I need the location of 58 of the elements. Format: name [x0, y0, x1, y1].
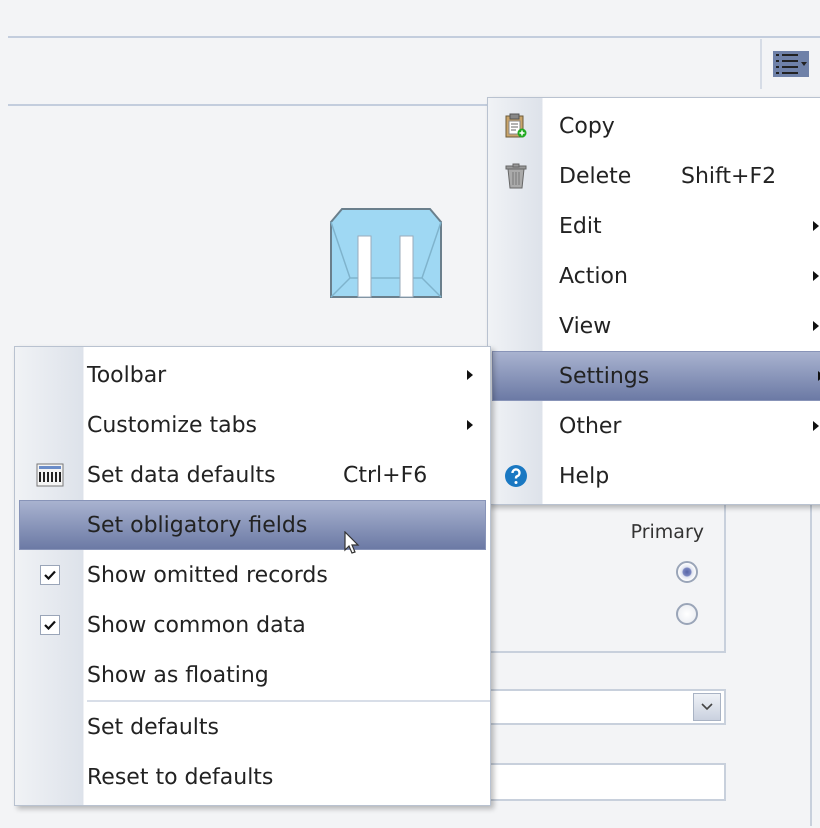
menu-item-label: Set data defaults — [87, 462, 277, 488]
menu-item-label: Copy — [559, 114, 616, 138]
menu-item-label: Action — [559, 264, 629, 288]
menu-item-label: Show common data — [87, 612, 307, 638]
menu-item[interactable]: View — [488, 301, 820, 351]
menu-item-label: Settings — [559, 364, 650, 388]
menu-item[interactable]: Show as floating — [15, 650, 490, 700]
storage-box-icon — [330, 208, 442, 298]
dropdown-button[interactable] — [693, 693, 721, 721]
menu-item[interactable]: Help — [488, 451, 820, 501]
menu-item-label: Toolbar — [87, 362, 168, 388]
menu-item[interactable]: Customize tabs — [15, 400, 490, 450]
mouse-pointer-icon — [344, 531, 360, 555]
menu-item[interactable]: Other — [488, 401, 820, 451]
menu-item-label: Show omitted records — [87, 562, 329, 588]
menu-item[interactable]: Set defaults — [15, 702, 490, 752]
menu-item[interactable]: Show common data — [15, 600, 490, 650]
menu-item-label: Help — [559, 464, 610, 488]
menu-item[interactable]: Reset to defaults — [15, 752, 490, 802]
check-icon — [44, 570, 56, 580]
checkbox[interactable] — [40, 615, 60, 635]
help-icon — [504, 464, 528, 488]
menu-item[interactable]: Set obligatory fields — [19, 500, 486, 550]
menu-item[interactable]: Action — [488, 251, 820, 301]
menu-item-label: Set obligatory fields — [87, 512, 308, 538]
shortcut-label: Shift+F2 — [681, 164, 776, 188]
submenu-arrow-icon — [813, 221, 819, 231]
menu-item[interactable]: Toolbar — [15, 350, 490, 400]
clipboard-icon — [504, 113, 526, 139]
menu-item[interactable]: Set data defaults Ctrl+F6 — [15, 450, 490, 500]
menu-item[interactable]: Show omitted records — [15, 550, 490, 600]
menu-icon — [773, 51, 809, 77]
menu-item[interactable]: Settings — [492, 351, 820, 401]
menu-item-label: Reset to defaults — [87, 764, 274, 790]
column-label: Primary — [630, 521, 704, 543]
menu-item-label: Other — [559, 414, 622, 438]
menu-item-label: View — [559, 314, 612, 338]
submenu-arrow-icon — [813, 321, 819, 331]
menu-item[interactable]: Delete Shift+F2 — [488, 151, 820, 201]
submenu-arrow-icon — [467, 370, 473, 380]
radio-button[interactable] — [676, 603, 698, 625]
menu-item[interactable]: Copy — [488, 101, 820, 151]
check-icon — [44, 620, 56, 630]
menu-item-label: Show as floating — [87, 662, 270, 688]
menu-item-label: Delete — [559, 164, 632, 188]
submenu-arrow-icon — [813, 271, 819, 281]
radio-button[interactable] — [676, 561, 698, 583]
menu-item[interactable]: Edit — [488, 201, 820, 251]
shortcut-label: Ctrl+F6 — [343, 462, 428, 488]
menu-item-label: Edit — [559, 214, 603, 238]
table-icon — [36, 463, 64, 487]
submenu-arrow-icon — [467, 420, 473, 430]
checkbox[interactable] — [40, 565, 60, 585]
menu-item-label: Set defaults — [87, 714, 220, 740]
trash-icon — [504, 163, 526, 189]
menu-item-label: Customize tabs — [87, 412, 258, 438]
submenu-arrow-icon — [813, 421, 819, 431]
chevron-down-icon — [701, 703, 713, 711]
